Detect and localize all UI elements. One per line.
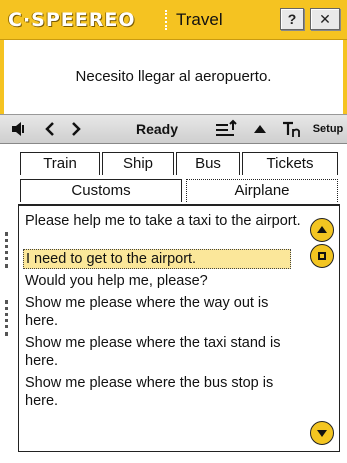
title-separator xyxy=(165,10,171,30)
list-item-selected[interactable]: I need to get to the airport. xyxy=(23,249,291,269)
status-text: Ready xyxy=(135,121,179,137)
phrase-panel: Train Ship Bus Tickets Customs Airplane … xyxy=(18,152,340,452)
sort-icon[interactable] xyxy=(213,119,239,140)
list-item[interactable]: Show me please where the bus stop is her… xyxy=(25,374,305,410)
tab-tickets[interactable]: Tickets xyxy=(242,152,338,175)
stop-icon[interactable] xyxy=(310,244,334,268)
tab-customs[interactable]: Customs xyxy=(20,179,182,202)
list-item[interactable]: Would you help me, please? xyxy=(25,272,305,290)
tab-ship[interactable]: Ship xyxy=(102,152,174,175)
up-arrow-icon[interactable] xyxy=(250,119,270,140)
phrase-list: Please help me to take a taxi to the air… xyxy=(18,204,340,452)
speaker-icon[interactable] xyxy=(8,119,30,140)
translation-text: Necesito llegar al aeropuerto. xyxy=(75,68,272,85)
help-button[interactable]: ? xyxy=(280,8,304,30)
tab-train[interactable]: Train xyxy=(20,152,100,175)
list-item[interactable]: Please help me to take a taxi to the air… xyxy=(25,212,305,230)
side-grip xyxy=(5,232,13,268)
tab-airplane[interactable]: Airplane xyxy=(186,179,338,202)
close-button[interactable]: ✕ xyxy=(310,8,340,30)
list-item[interactable]: Show me please where the taxi stand is h… xyxy=(25,334,305,370)
scroll-up-icon[interactable] xyxy=(310,218,334,242)
app-logo: C·SPEEREO xyxy=(8,9,136,31)
translate-icon[interactable] xyxy=(280,119,304,140)
back-icon[interactable] xyxy=(40,119,60,140)
forward-icon[interactable] xyxy=(66,119,86,140)
app-title: Travel xyxy=(176,10,223,29)
toolbar: Ready Setup xyxy=(0,114,347,144)
side-grip xyxy=(5,300,13,336)
scroll-down-icon[interactable] xyxy=(310,421,334,445)
title-bar: C·SPEEREO Travel ? ✕ xyxy=(0,0,347,40)
list-item[interactable]: Show me please where the way out is here… xyxy=(25,294,305,330)
tab-bus[interactable]: Bus xyxy=(176,152,240,175)
translation-display: Necesito llegar al aeropuerto. xyxy=(0,40,347,114)
setup-button[interactable]: Setup xyxy=(311,119,345,140)
